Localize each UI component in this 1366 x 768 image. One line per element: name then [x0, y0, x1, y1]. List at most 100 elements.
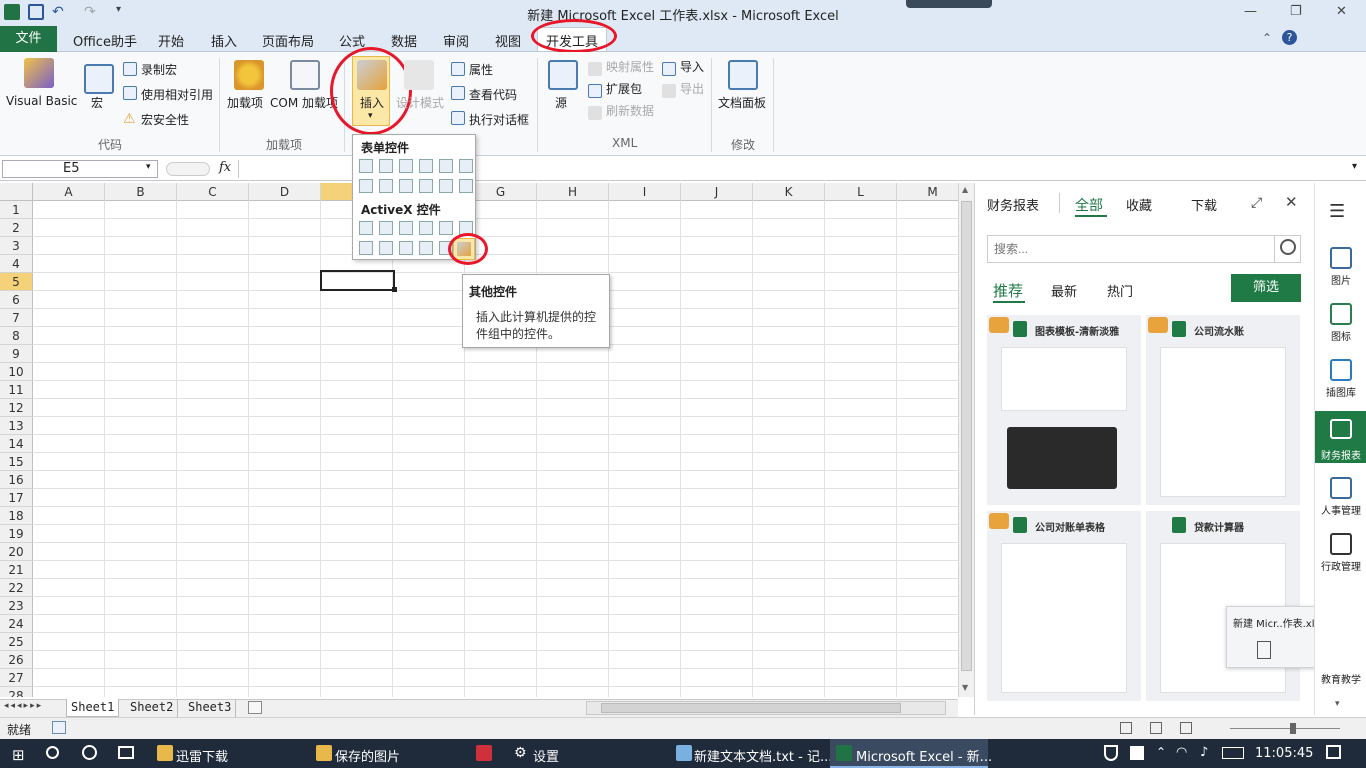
row-header[interactable]: 10 — [0, 363, 33, 381]
row-header[interactable]: 18 — [0, 507, 33, 525]
sidebar-item-icons[interactable]: 图标 — [1315, 303, 1366, 343]
formula-expand-icon[interactable]: ▾ — [1352, 161, 1357, 172]
taskbar-item-settings[interactable]: 设置 — [533, 746, 559, 765]
column-header[interactable]: K — [753, 183, 825, 201]
template-search-input[interactable] — [994, 239, 1264, 259]
tray-app-icon[interactable] — [1130, 746, 1144, 760]
refresh-data-button[interactable]: 刷新数据 — [606, 102, 654, 119]
column-header[interactable]: D — [249, 183, 321, 201]
relative-ref-button[interactable]: 使用相对引用 — [141, 86, 213, 103]
row-header[interactable]: 19 — [0, 525, 33, 543]
control-option-icon[interactable] — [399, 179, 413, 193]
expansion-button[interactable]: 扩展包 — [606, 80, 642, 97]
xml-source-button[interactable]: 源 — [555, 94, 567, 111]
ribbon-collapse-icon[interactable]: ⌃ — [1262, 31, 1272, 45]
relative-ref-icon[interactable] — [123, 86, 137, 100]
row-header[interactable]: 15 — [0, 453, 33, 471]
wifi-icon[interactable]: ◠ — [1176, 745, 1187, 760]
control-option-icon[interactable] — [459, 159, 473, 173]
row-header[interactable]: 12 — [0, 399, 33, 417]
export-button[interactable]: 导出 — [680, 80, 704, 97]
control-option-icon[interactable] — [399, 159, 413, 173]
row-header[interactable]: 5 — [0, 273, 33, 291]
import-button[interactable]: 导入 — [680, 58, 704, 75]
zoom-slider-thumb[interactable] — [1290, 723, 1296, 734]
cortana-icon[interactable] — [82, 745, 97, 760]
close-icon[interactable]: ✕ — [1336, 4, 1347, 19]
fill-handle[interactable] — [392, 287, 397, 292]
tray-expand-icon[interactable]: ⌃ — [1156, 745, 1166, 759]
panel-tab-downloads[interactable]: 下载 — [1191, 195, 1217, 214]
expand-icon[interactable]: ⤢ — [1251, 195, 1262, 211]
panel-close-icon[interactable]: ✕ — [1285, 193, 1298, 211]
column-header[interactable]: C — [177, 183, 249, 201]
tab-home[interactable]: 开始 — [158, 31, 184, 50]
properties-button[interactable]: 属性 — [469, 61, 493, 78]
tab-view[interactable]: 视图 — [495, 31, 521, 50]
clock[interactable]: 11:05:45 — [1255, 746, 1313, 761]
keyboard-icon[interactable] — [1222, 747, 1244, 759]
macro-record-status-icon[interactable] — [52, 721, 66, 734]
row-header[interactable]: 4 — [0, 255, 33, 273]
document-panel-icon[interactable] — [728, 60, 758, 90]
control-option-icon[interactable] — [379, 221, 393, 235]
page-break-view-icon[interactable] — [1180, 722, 1192, 734]
control-option-icon[interactable] — [419, 241, 433, 255]
tab-data[interactable]: 数据 — [391, 31, 417, 50]
page-layout-view-icon[interactable] — [1150, 722, 1162, 734]
horizontal-scrollbar[interactable] — [586, 701, 946, 715]
sidebar-item-picture[interactable]: 图片 — [1315, 247, 1366, 287]
windows-start-icon[interactable]: ⊞ — [12, 746, 25, 764]
sidebar-item-admin[interactable]: 行政管理 — [1315, 533, 1366, 573]
taskbar-item-saved-pictures[interactable]: 保存的图片 — [335, 746, 400, 765]
row-header[interactable]: 17 — [0, 489, 33, 507]
control-option-icon[interactable] — [439, 159, 453, 173]
filter-button[interactable]: 筛选 — [1231, 274, 1301, 302]
control-option-icon[interactable] — [379, 179, 393, 193]
column-header[interactable]: I — [609, 183, 681, 201]
tab-review[interactable]: 审阅 — [443, 31, 469, 50]
sidebar-scroll-down-icon[interactable]: ▾ — [1335, 699, 1340, 709]
com-addins-icon[interactable] — [290, 60, 320, 90]
row-header[interactable]: 22 — [0, 579, 33, 597]
visual-basic-button[interactable]: Visual Basic — [6, 94, 77, 108]
properties-icon[interactable] — [451, 62, 465, 76]
new-sheet-icon[interactable] — [248, 701, 262, 714]
name-box-dropdown-icon[interactable]: ▾ — [146, 162, 151, 172]
tab-insert[interactable]: 插入 — [211, 31, 237, 50]
select-all-corner[interactable] — [0, 183, 33, 201]
sidebar-item-hr[interactable]: 人事管理 — [1315, 477, 1366, 517]
control-option-icon[interactable] — [359, 159, 373, 173]
formula-bar-splitter[interactable] — [166, 162, 210, 176]
row-header[interactable]: 6 — [0, 291, 33, 309]
row-header[interactable]: 26 — [0, 651, 33, 669]
row-header[interactable]: 9 — [0, 345, 33, 363]
zoom-slider[interactable] — [1230, 728, 1340, 729]
run-dialog-icon[interactable] — [451, 111, 465, 125]
minimize-icon[interactable]: — — [1244, 4, 1257, 19]
row-header[interactable]: 7 — [0, 309, 33, 327]
row-header[interactable]: 24 — [0, 615, 33, 633]
menu-icon[interactable]: ☰ — [1329, 201, 1345, 222]
com-addins-button[interactable]: COM 加载项 — [270, 94, 338, 111]
task-view-icon[interactable] — [118, 746, 134, 759]
record-macro-button[interactable]: 录制宏 — [141, 61, 177, 78]
row-header[interactable]: 21 — [0, 561, 33, 579]
panel-tab-favorites[interactable]: 收藏 — [1126, 195, 1152, 214]
control-option-icon[interactable] — [419, 179, 433, 193]
sheet-tab-2[interactable]: Sheet2 — [126, 699, 179, 717]
view-code-button[interactable]: 查看代码 — [469, 86, 517, 103]
row-header[interactable]: 25 — [0, 633, 33, 651]
design-mode-button[interactable]: 设计模式 — [396, 94, 444, 111]
row-header[interactable]: 2 — [0, 219, 33, 237]
panel-tab-finance[interactable]: 财务报表 — [987, 195, 1039, 214]
sheet-tab-3[interactable]: Sheet3 — [184, 699, 237, 717]
insert-function-icon[interactable]: fx — [219, 160, 231, 175]
row-header[interactable]: 28 — [0, 687, 33, 697]
sidebar-item-education[interactable]: 教育教学 — [1315, 671, 1366, 686]
row-header[interactable]: 3 — [0, 237, 33, 255]
tab-file[interactable]: 文件 — [0, 26, 57, 52]
column-header[interactable]: L — [825, 183, 897, 201]
run-dialog-button[interactable]: 执行对话框 — [469, 111, 529, 128]
macro-button[interactable]: 宏 — [91, 94, 103, 111]
